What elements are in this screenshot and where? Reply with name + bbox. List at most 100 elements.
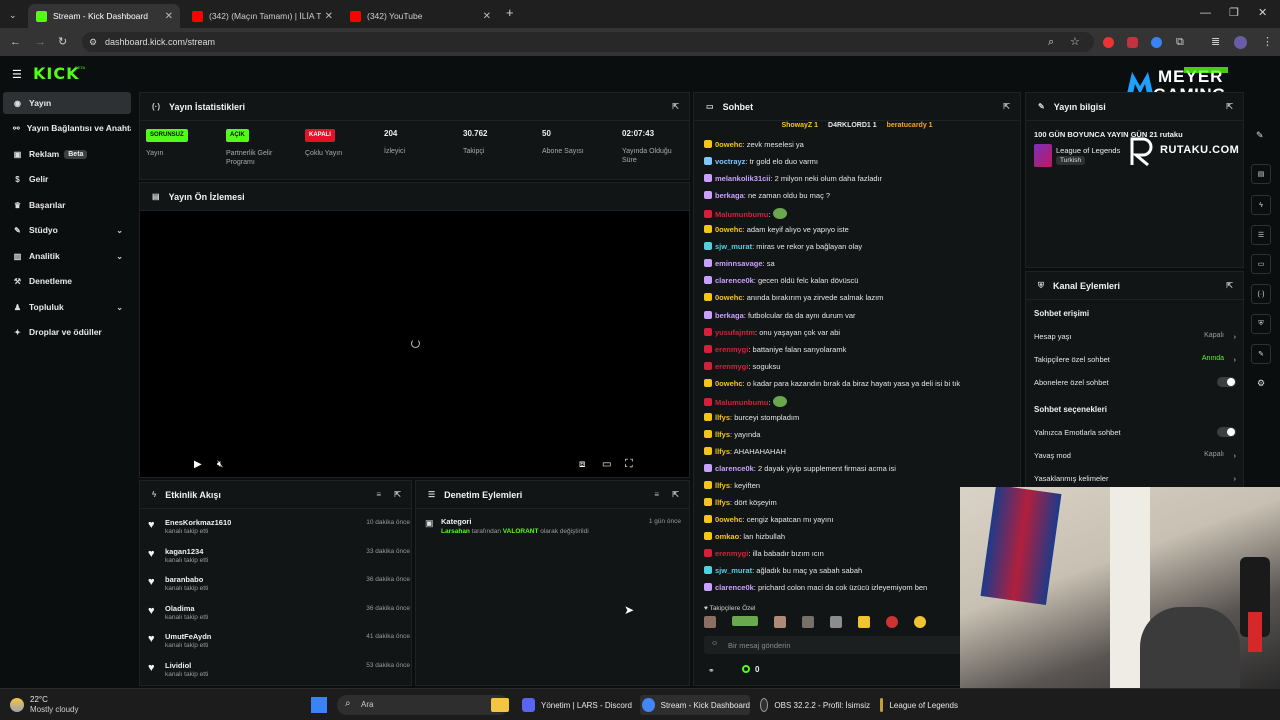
- sidebar-item-topluluk[interactable]: ♟ Topluluk ⌄: [3, 296, 131, 318]
- popout-icon[interactable]: ⇱: [672, 490, 679, 499]
- gifter-1[interactable]: ShowayZ 1: [781, 122, 818, 136]
- rail-stats-button[interactable]: (·): [1251, 284, 1271, 304]
- reading-list-icon[interactable]: ≣: [1211, 35, 1220, 49]
- zoom-icon[interactable]: ⌕: [1048, 35, 1054, 49]
- extension-blue-icon[interactable]: [1151, 37, 1162, 48]
- tab-kick-dashboard[interactable]: Stream - Kick Dashboard ✕: [28, 4, 180, 28]
- chat-username[interactable]: sjw_murat: [715, 566, 752, 575]
- settings-icon[interactable]: ⚙: [1257, 378, 1265, 389]
- site-info-icon[interactable]: ⚙: [89, 35, 97, 49]
- chat-username[interactable]: 0owehc: [715, 225, 743, 234]
- rail-preview-button[interactable]: ▤: [1251, 164, 1271, 184]
- emote-icon[interactable]: [774, 616, 786, 628]
- taskbar-app-obs[interactable]: OBS 32.2.2 - Profil: İsimsiz: [760, 695, 870, 715]
- chat-username[interactable]: clarence0k: [715, 464, 754, 473]
- chat-username[interactable]: 0owehc: [715, 140, 743, 149]
- taskbar-app-discord[interactable]: Yönetim | LARS - Discord: [522, 695, 632, 715]
- rail-activity-button[interactable]: ϟ: [1251, 195, 1271, 215]
- popout-icon[interactable]: ⇱: [1226, 281, 1233, 290]
- rail-channel-button[interactable]: ⛨: [1251, 314, 1271, 334]
- rail-info-button[interactable]: ✎: [1251, 344, 1271, 364]
- sidebar-item-yayin[interactable]: ◉ Yayın: [3, 92, 131, 114]
- pip-icon[interactable]: ⧈: [579, 459, 585, 470]
- bookmark-star-icon[interactable]: ☆: [1070, 35, 1080, 49]
- address-bar[interactable]: ⚙ dashboard.kick.com/stream ⌕ ☆: [82, 32, 1094, 52]
- tab-search-icon[interactable]: ⌄: [9, 8, 17, 22]
- gifter-3[interactable]: beratucardy 1: [887, 122, 933, 136]
- chat-username[interactable]: voctrayz: [715, 157, 745, 166]
- mute-icon[interactable]: 🔇︎: [217, 459, 223, 470]
- emote-icon[interactable]: [914, 616, 926, 628]
- category-name[interactable]: League of Legends: [1056, 146, 1120, 155]
- maximize-icon[interactable]: ❐: [1229, 6, 1239, 20]
- rail-moderation-button[interactable]: ☰: [1251, 225, 1271, 245]
- sidebar-item-analitik[interactable]: ▥ Analitik ⌄: [3, 245, 131, 267]
- kick-logo[interactable]: KICK: [33, 64, 80, 83]
- account-age-row[interactable]: Hesap yaşı Kapalı ›: [1034, 332, 1236, 341]
- close-icon[interactable]: ✕: [325, 11, 333, 22]
- chat-username[interactable]: clarence0k: [715, 276, 754, 285]
- emote-picker-icon[interactable]: ☺: [711, 640, 718, 647]
- emote-icon[interactable]: [802, 616, 814, 628]
- fullscreen-icon[interactable]: ⛶: [625, 458, 633, 471]
- chat-username[interactable]: erenmygi: [715, 362, 748, 371]
- extension-record-icon[interactable]: [1103, 37, 1114, 48]
- chat-username[interactable]: 0owehc: [715, 515, 743, 524]
- taskbar-search-input[interactable]: ⌕ Ara: [337, 695, 509, 715]
- chat-username[interactable]: yusufajntm: [715, 328, 755, 337]
- emote-icon[interactable]: [732, 616, 758, 626]
- menu-kebab-icon[interactable]: ⋮: [1262, 35, 1273, 49]
- emote-icon[interactable]: [858, 616, 870, 628]
- sidebar-item-reklam[interactable]: ▣ Reklam Beta: [3, 143, 131, 165]
- chat-username[interactable]: llfys: [715, 430, 730, 439]
- slow-mode-row[interactable]: Yavaş mod Kapalı ›: [1034, 451, 1236, 460]
- emote-icon[interactable]: [704, 616, 716, 628]
- popout-icon[interactable]: ⇱: [394, 490, 401, 499]
- sidebar-item-denetleme[interactable]: ⚒ Denetleme: [3, 270, 131, 292]
- emote-only-toggle[interactable]: [1217, 427, 1236, 437]
- chat-username[interactable]: 0owehc: [715, 293, 743, 302]
- chat-settings-icon[interactable]: ⚭: [708, 666, 715, 675]
- chat-username[interactable]: sjw_murat: [715, 242, 752, 251]
- reload-icon[interactable]: ↻: [58, 35, 67, 49]
- chat-username[interactable]: clarence0k: [715, 583, 754, 592]
- subs-only-toggle[interactable]: [1217, 377, 1236, 387]
- chat-username[interactable]: erenmygi: [715, 549, 748, 558]
- back-icon[interactable]: ←: [10, 35, 21, 49]
- popout-icon[interactable]: ⇱: [672, 102, 679, 111]
- chat-username[interactable]: berkaga: [715, 191, 744, 200]
- chat-username[interactable]: 0owehc: [715, 379, 743, 388]
- emote-icon[interactable]: [830, 616, 842, 628]
- chat-username[interactable]: Malumunbumu: [715, 210, 768, 219]
- sidebar-item-basarilar[interactable]: ♛ Başarılar: [3, 194, 131, 216]
- url-text[interactable]: dashboard.kick.com/stream: [105, 37, 215, 47]
- window-close-icon[interactable]: ✕: [1258, 6, 1267, 20]
- chat-username[interactable]: Malumunbumu: [715, 398, 768, 407]
- banned-words-row[interactable]: Yasaklanmış kelimeler ›: [1034, 474, 1236, 483]
- rail-chat-button[interactable]: ▭: [1251, 254, 1271, 274]
- popout-icon[interactable]: ⇱: [1003, 102, 1010, 111]
- sidebar-item-yayin-baglantisi[interactable]: ⚯ Yayın Bağlantısı ve Anahtarı: [3, 117, 131, 139]
- windows-start-icon[interactable]: [311, 697, 327, 713]
- forward-icon[interactable]: →: [35, 35, 46, 49]
- chat-username[interactable]: llfys: [715, 481, 730, 490]
- theater-icon[interactable]: ▭: [602, 459, 611, 470]
- popout-icon[interactable]: ⇱: [1226, 102, 1233, 111]
- taskbar-app-chrome[interactable]: Stream - Kick Dashboard: [640, 695, 750, 715]
- chat-username[interactable]: erenmygi: [715, 345, 748, 354]
- chat-username[interactable]: llfys: [715, 498, 730, 507]
- extension-red-icon[interactable]: [1127, 37, 1138, 48]
- emote-icon[interactable]: [886, 616, 898, 628]
- hamburger-menu-icon[interactable]: ☰: [12, 68, 22, 81]
- tab-youtube-match[interactable]: (342) (Maçın Tamamı) | İLİA TOP ✕: [184, 4, 340, 28]
- new-tab-icon[interactable]: +: [506, 6, 514, 20]
- gifter-2[interactable]: D4RKLORD1 1: [828, 122, 877, 136]
- play-icon[interactable]: ▶: [194, 459, 202, 470]
- chat-username[interactable]: eminnsavage: [715, 259, 763, 268]
- edit-icon[interactable]: ✎: [1256, 130, 1264, 141]
- followers-only-row[interactable]: Takipçilere özel sohbet Anında ›: [1034, 355, 1236, 364]
- close-icon[interactable]: ✕: [165, 11, 173, 22]
- tab-youtube[interactable]: (342) YouTube ✕: [342, 4, 498, 28]
- chat-username[interactable]: berkaga: [715, 311, 744, 320]
- filter-icon[interactable]: ≡: [376, 490, 381, 499]
